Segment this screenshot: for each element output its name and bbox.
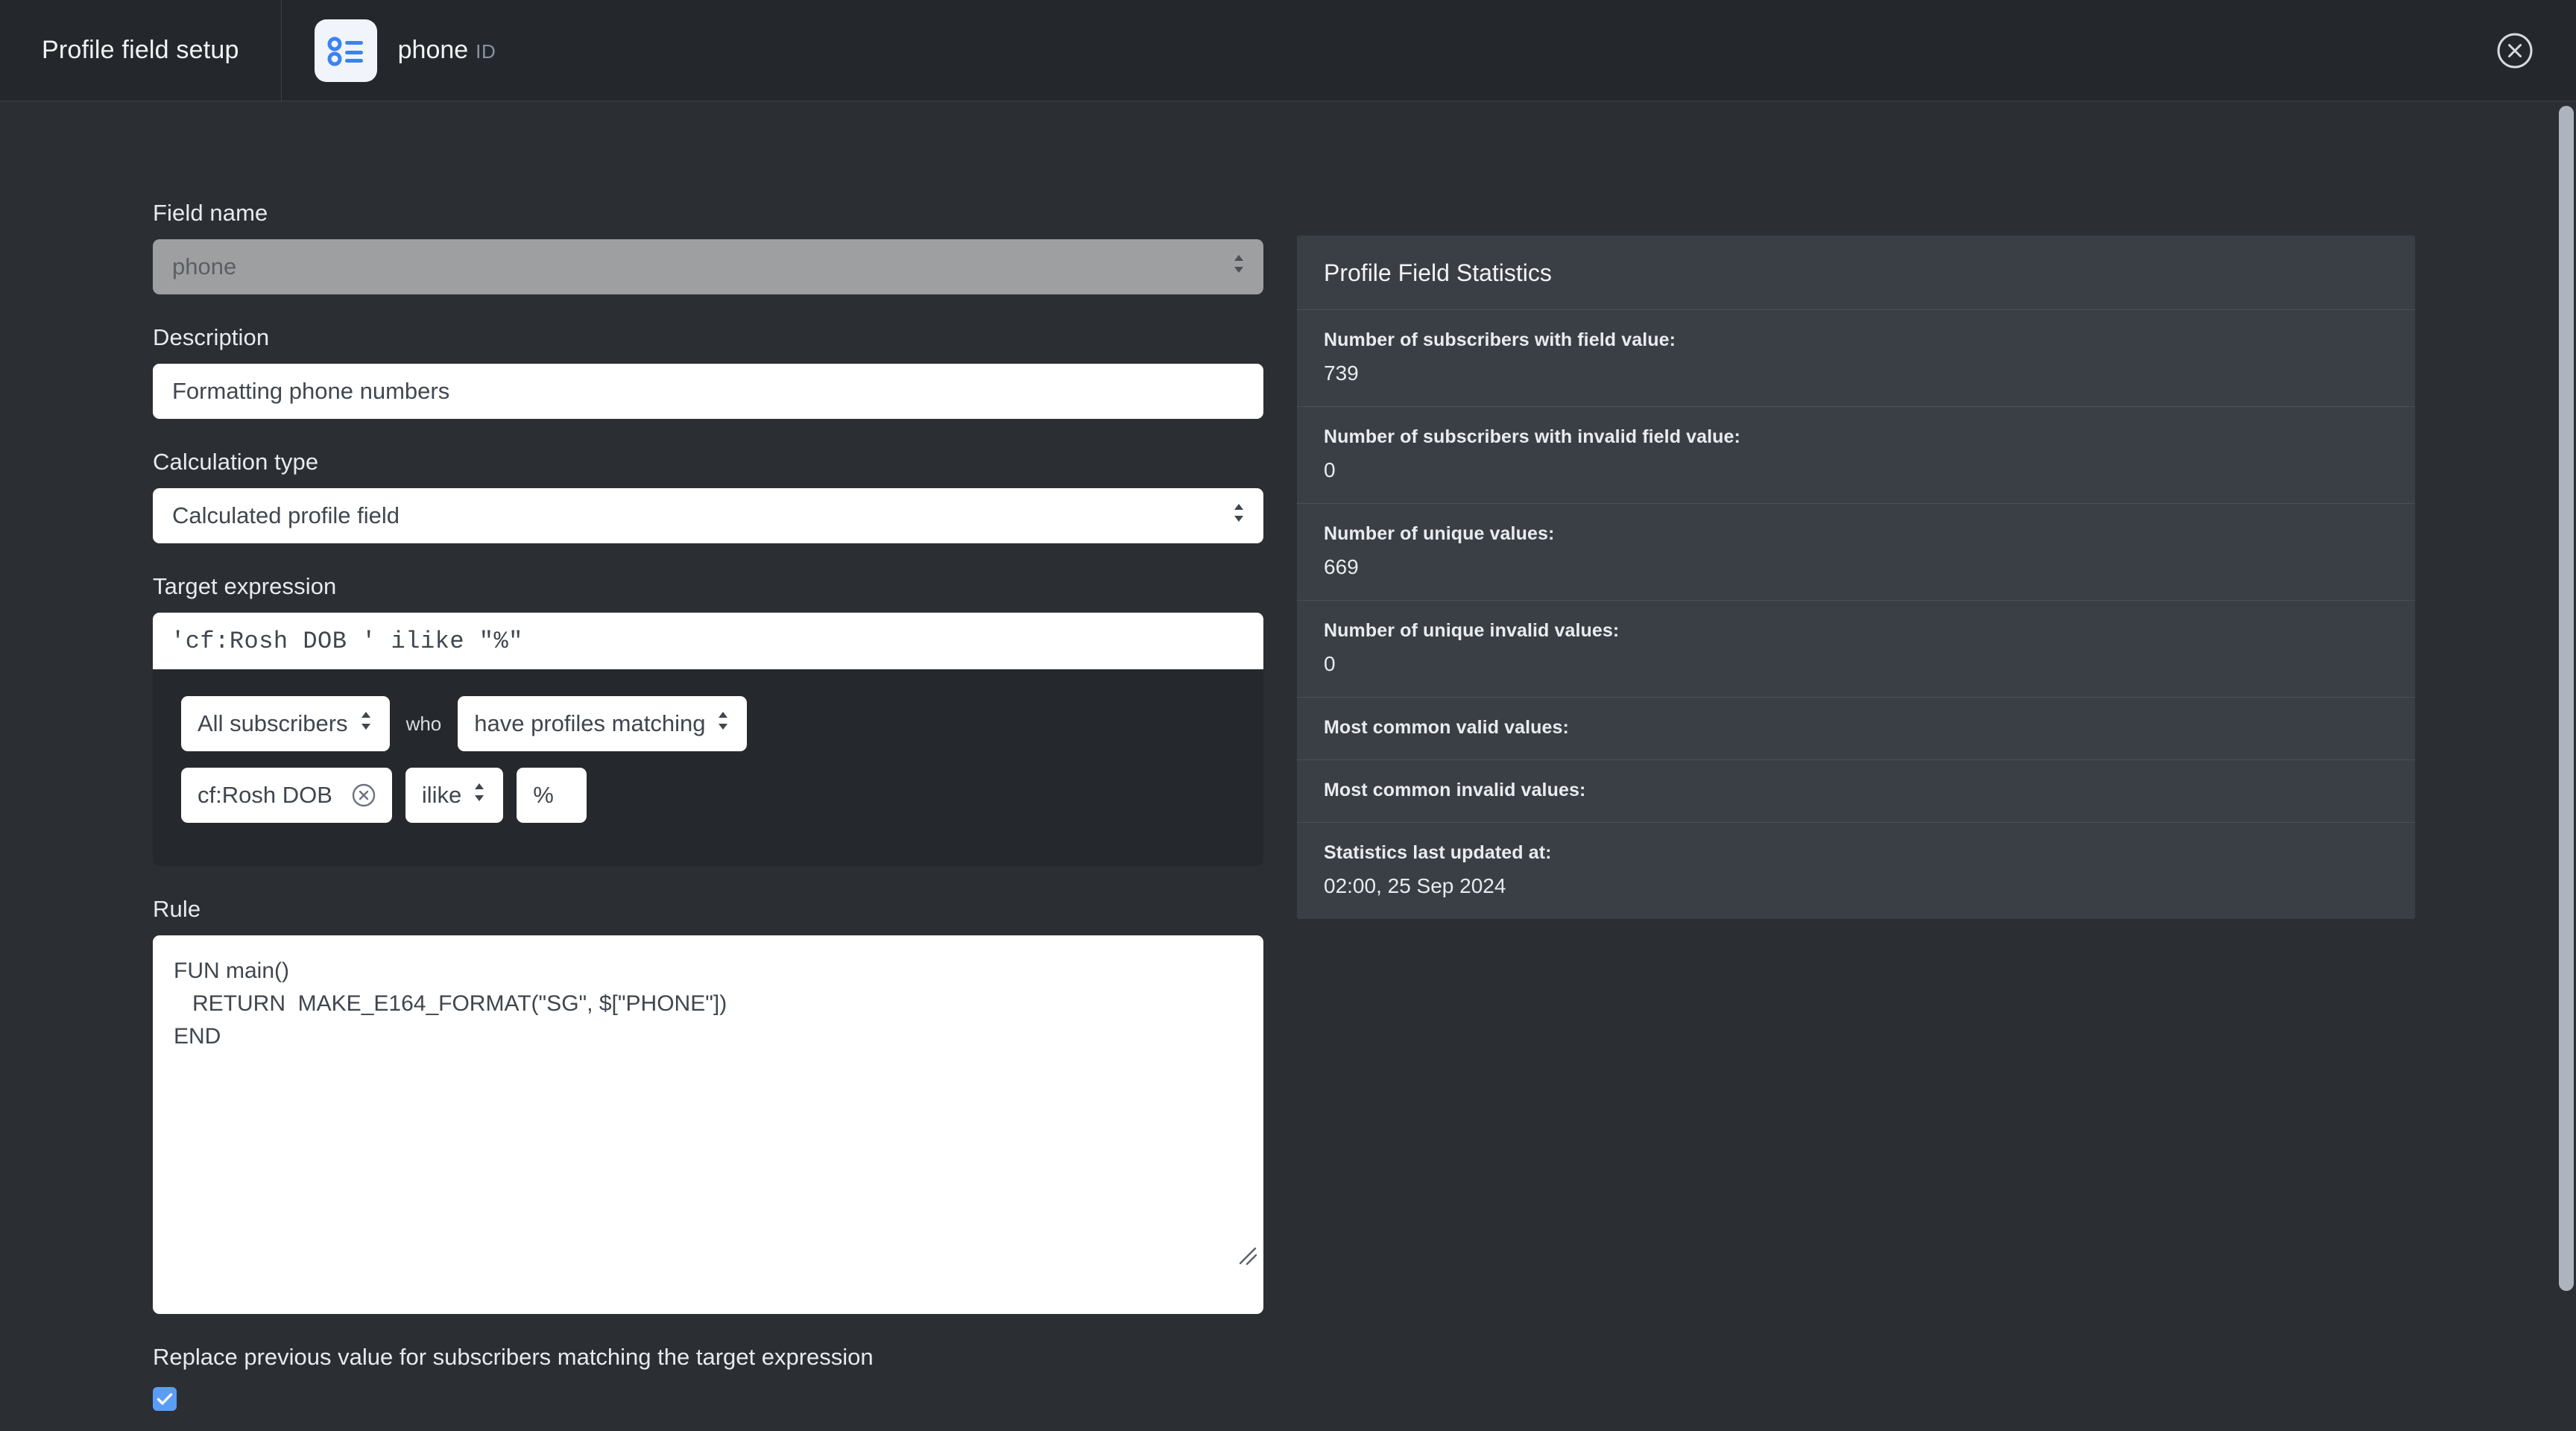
statistic-row: Number of subscribers with field value: 7…	[1297, 309, 2415, 406]
query-builder: All subscribers who have profiles matchi…	[153, 669, 1263, 866]
chevron-updown-icon	[1231, 500, 1247, 531]
description-label: Description	[153, 324, 270, 350]
query-builder-row-condition: cf:Rosh DOB ilike %	[181, 768, 1263, 823]
form-column: Field name phone Description Formatting …	[0, 101, 1297, 1431]
replace-previous-block: Replace previous value for subscribers m…	[153, 1344, 1297, 1411]
statistic-key: Number of subscribers with field value:	[1324, 329, 1676, 350]
field-name-value: phone	[172, 253, 237, 279]
profile-field-statistics-panel: Profile Field Statistics Number of subsc…	[1297, 236, 2415, 919]
condition-value: have profiles matching	[474, 710, 706, 736]
field-name-text: phone	[397, 36, 469, 64]
target-expression-block: Target expression 'cf:Rosh DOB ' ilike "…	[153, 573, 1297, 866]
statistics-title: Profile Field Statistics	[1324, 259, 1552, 286]
target-expression-value: 'cf:Rosh DOB ' ilike "%"	[171, 627, 523, 655]
statistics-rows: Number of subscribers with field value: 7…	[1297, 309, 2415, 919]
description-block: Description Formatting phone numbers	[153, 324, 1297, 419]
top-bar: Profile field setup phone ID	[0, 0, 2576, 101]
target-expression-input[interactable]: 'cf:Rosh DOB ' ilike "%"	[153, 613, 1263, 669]
statistic-value: 669	[1324, 555, 1359, 578]
statistic-row: Number of unique invalid values: 0	[1297, 600, 2415, 697]
rule-textarea[interactable]: FUN main() RETURN MAKE_E164_FORMAT("SG",…	[153, 935, 1263, 1314]
statistic-key: Most common invalid values:	[1324, 780, 1586, 800]
field-name-select[interactable]: phone	[153, 239, 1263, 294]
field-token[interactable]: cf:Rosh DOB	[181, 768, 392, 823]
field-token-label: cf:Rosh DOB	[198, 782, 332, 808]
statistic-row: Number of unique values: 669	[1297, 503, 2415, 600]
query-builder-row-audience: All subscribers who have profiles matchi…	[181, 696, 1263, 751]
page-title: Profile field setup	[42, 36, 239, 64]
field-name-heading: phone ID	[398, 36, 496, 65]
statistic-key: Number of subscribers with invalid field…	[1324, 426, 1740, 447]
replace-previous-label: Replace previous value for subscribers m…	[153, 1344, 874, 1370]
operand-input[interactable]: %	[517, 768, 587, 823]
statistic-row: Statistics last updated at: 02:00, 25 Sep…	[1297, 822, 2415, 919]
operator-value: ilike	[421, 782, 462, 808]
operator-select[interactable]: ilike	[405, 768, 504, 823]
clear-circle-icon[interactable]	[350, 782, 377, 809]
statistic-key: Number of unique values:	[1324, 523, 1555, 544]
statistic-value: 0	[1324, 652, 1336, 675]
calculation-type-value: Calculated profile field	[172, 502, 400, 528]
description-input[interactable]: Formatting phone numbers	[153, 364, 1263, 419]
statistic-value: 739	[1324, 361, 1359, 385]
rule-code: FUN main() RETURN MAKE_E164_FORMAT("SG",…	[174, 958, 727, 1049]
statistic-row: Most common invalid values:	[1297, 759, 2415, 822]
calculation-type-select[interactable]: Calculated profile field	[153, 488, 1263, 543]
statistic-key: Number of unique invalid values:	[1324, 620, 1620, 641]
app-title-section: Profile field setup	[0, 0, 282, 101]
field-name-block: Field name phone	[153, 200, 1297, 294]
close-icon[interactable]	[2494, 30, 2536, 72]
chevron-updown-icon	[716, 709, 730, 739]
page-scrollbar-thumb[interactable]	[2559, 106, 2574, 1291]
replace-previous-checkbox[interactable]	[153, 1387, 177, 1411]
operand-value: %	[533, 782, 554, 808]
chevron-updown-icon	[359, 709, 373, 739]
statistic-key: Most common valid values:	[1324, 717, 1569, 738]
field-name-label: Field name	[153, 200, 268, 226]
statistic-key: Statistics last updated at:	[1324, 842, 1552, 863]
field-id-tag: ID	[476, 40, 496, 63]
statistic-row: Number of subscribers with invalid field…	[1297, 406, 2415, 503]
audience-value: All subscribers	[198, 710, 348, 736]
field-identity-section: phone ID	[282, 0, 529, 101]
target-expression-label: Target expression	[153, 573, 337, 599]
rule-label: Rule	[153, 896, 201, 922]
rule-block: Rule FUN main() RETURN MAKE_E164_FORMAT(…	[153, 896, 1297, 1314]
description-value: Formatting phone numbers	[172, 378, 450, 404]
page-scrollbar[interactable]	[2557, 101, 2576, 1431]
statistic-row: Most common valid values:	[1297, 697, 2415, 759]
resize-handle-icon[interactable]	[1174, 1211, 1258, 1309]
chevron-updown-icon	[1231, 251, 1247, 282]
list-bullets-icon	[314, 19, 377, 82]
statistic-value: 02:00, 25 Sep 2024	[1324, 874, 1506, 897]
audience-select[interactable]: All subscribers	[181, 696, 390, 751]
statistics-column: Profile Field Statistics Number of subsc…	[1297, 101, 2415, 919]
query-connector-label: who	[405, 712, 442, 735]
calculation-type-block: Calculation type Calculated profile fiel…	[153, 449, 1297, 543]
calculation-type-label: Calculation type	[153, 449, 319, 475]
statistic-value: 0	[1324, 458, 1336, 481]
condition-select[interactable]: have profiles matching	[458, 696, 748, 751]
chevron-updown-icon	[472, 780, 487, 810]
content-area: Field name phone Description Formatting …	[0, 101, 2576, 1431]
